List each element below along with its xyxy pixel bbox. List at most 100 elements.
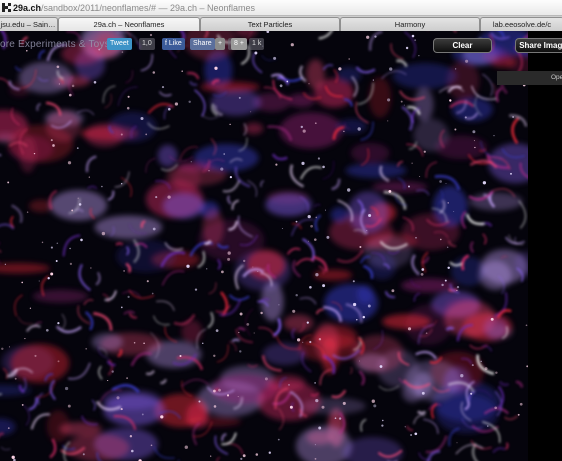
spark (419, 176, 421, 177)
spark (441, 283, 444, 287)
spark (296, 338, 301, 342)
spark (407, 327, 412, 331)
spark (57, 321, 60, 325)
google-plus-button[interactable]: 8 + (231, 38, 247, 50)
spark (456, 285, 460, 289)
spark (34, 354, 37, 357)
spark (295, 220, 298, 223)
spark (33, 152, 36, 155)
spark (317, 157, 320, 160)
spark (140, 116, 144, 121)
glow-cloud (330, 207, 349, 223)
spark (447, 266, 450, 270)
spark (310, 224, 313, 228)
spark (69, 247, 71, 250)
glow-cloud (479, 260, 512, 290)
share-image-button[interactable]: Share Image (515, 38, 562, 53)
spark (495, 371, 498, 374)
spark (167, 195, 171, 199)
spark (352, 302, 357, 307)
spark (131, 449, 134, 453)
glow-cloud (18, 61, 73, 94)
spark (160, 415, 164, 419)
spark (314, 122, 317, 125)
tweet-button[interactable]: Tweet (107, 38, 132, 50)
site-brand[interactable]: ore Experiments & Toys (0, 39, 110, 50)
tab-eeosolve[interactable]: lab.eeosolve.de/c (480, 17, 562, 31)
spark (464, 116, 467, 119)
spark (57, 360, 60, 363)
spark (403, 104, 405, 106)
spark (309, 285, 312, 289)
spark (289, 405, 293, 409)
spark (150, 444, 153, 447)
site-grid-icon (2, 3, 11, 12)
glow-cloud (401, 278, 457, 293)
spark (227, 257, 231, 261)
spark (342, 401, 346, 405)
spark (218, 388, 221, 392)
spark (425, 332, 428, 335)
spark (487, 425, 489, 427)
spark (246, 323, 250, 326)
spark (121, 183, 123, 185)
spark (347, 188, 351, 192)
spark (229, 123, 231, 126)
spark (389, 67, 393, 71)
spark (78, 203, 82, 206)
spark (439, 238, 442, 241)
plus-button[interactable]: + (215, 38, 226, 50)
glow-cloud (279, 112, 343, 149)
spark (480, 360, 482, 363)
facebook-share-button[interactable]: Share (190, 38, 215, 50)
spark (188, 100, 191, 104)
clear-button[interactable]: Clear (433, 38, 492, 53)
spark (93, 81, 97, 84)
spark (418, 55, 420, 57)
spark (121, 51, 124, 53)
tab-jsu[interactable]: jsu.edu – Sain… (0, 17, 58, 31)
spark (314, 238, 317, 241)
spark (273, 56, 277, 60)
spark (455, 68, 457, 70)
spark (391, 289, 395, 293)
tab-text-particles[interactable]: Text Particles (200, 17, 340, 31)
spark (445, 183, 447, 185)
facebook-like-button[interactable]: f Like (162, 38, 185, 50)
spark (414, 39, 417, 42)
spark (88, 176, 90, 178)
spark (206, 268, 208, 270)
spark (214, 66, 218, 70)
spark (493, 135, 495, 137)
spark (257, 270, 259, 272)
spark (510, 172, 512, 175)
spark (444, 279, 447, 282)
spark (410, 434, 413, 436)
spark (405, 46, 409, 50)
spark (152, 227, 156, 231)
glow-cloud (469, 192, 523, 211)
spark (374, 35, 377, 38)
address-bar[interactable]: 29a.ch /sandbox/2011/neonflames/# — 29a.… (0, 0, 562, 16)
spark (519, 402, 523, 406)
spark (58, 83, 60, 85)
neonflames-canvas[interactable] (0, 31, 528, 461)
google-plus-count: 1 k (249, 38, 265, 50)
glow-cloud (244, 122, 264, 135)
spark (286, 80, 289, 83)
spark (80, 238, 83, 242)
spark (255, 453, 259, 456)
spark (101, 185, 103, 188)
glow-cloud (10, 343, 70, 383)
spark (123, 270, 125, 272)
spark (151, 292, 154, 295)
spark (381, 424, 384, 427)
tab-harmony[interactable]: Harmony (340, 17, 480, 31)
tab-label: lab.eeosolve.de/c (492, 20, 552, 29)
url-path: /sandbox/2011/neonflames/# — 29a.ch – Ne… (41, 2, 256, 13)
spark (133, 341, 136, 344)
spark (250, 111, 252, 113)
glow-cloud (336, 118, 367, 134)
open-panel-toggle[interactable]: Ope (497, 71, 562, 85)
tab-neonflames[interactable]: 29a.ch – Neonflames (58, 17, 200, 31)
